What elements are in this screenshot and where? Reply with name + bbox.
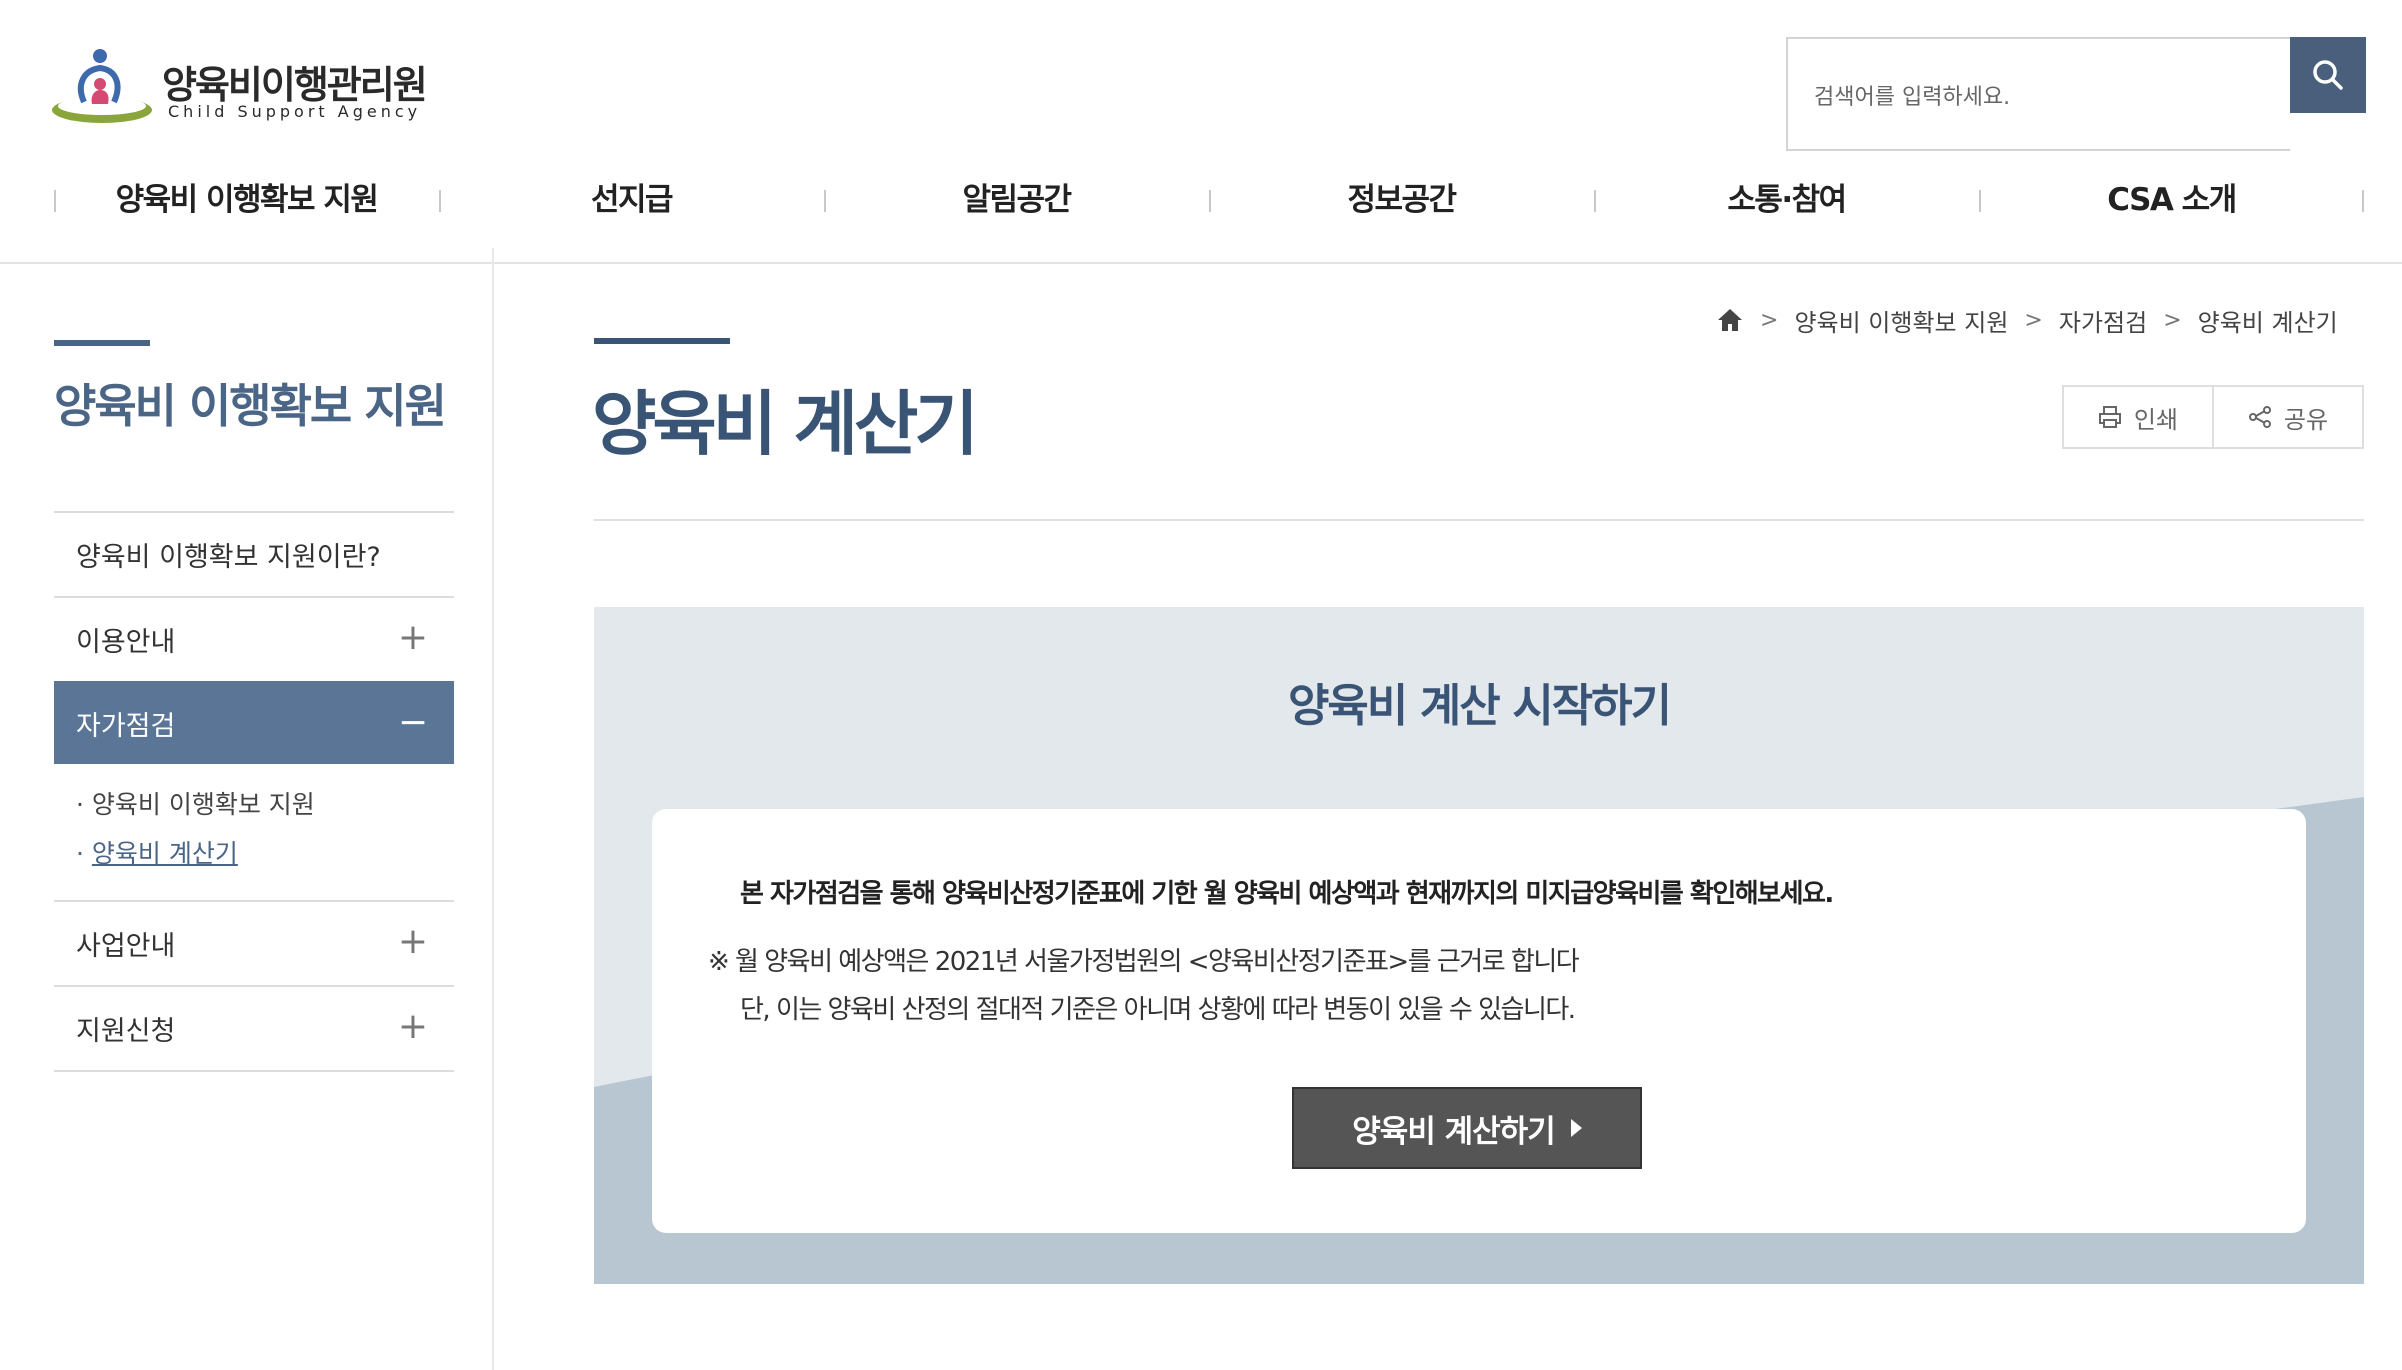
submenu-item-calculator[interactable]: · 양육비 계산기: [76, 829, 454, 878]
sidebar-menu-end: [54, 1070, 454, 1072]
calculator-title: 양육비 계산 시작하기: [1288, 679, 1672, 732]
sidebar-divider: [492, 248, 494, 1370]
calculate-button-label: 양육비 계산하기: [1352, 1113, 1555, 1150]
submenu-bullet: ·: [76, 790, 84, 819]
gnb-item-advance-payment[interactable]: 선지급: [439, 160, 824, 232]
print-button[interactable]: 인쇄: [2064, 387, 2212, 447]
submenu-bullet: ·: [76, 839, 84, 868]
sidebar-submenu: · 양육비 이행확보 지원 · 양육비 계산기: [54, 764, 454, 900]
share-button[interactable]: 공유: [2212, 387, 2362, 447]
logo-mark-icon: [52, 49, 152, 123]
logo-title: 양육비이행관리원: [162, 63, 428, 107]
chevron-right-icon: >: [2024, 307, 2043, 333]
share-icon: [2248, 406, 2271, 428]
gnb-separator: [2362, 190, 2364, 212]
sidebar-item-business-guide[interactable]: 사업안내 +: [54, 900, 454, 985]
main-navigation: 양육비 이행확보 지원 선지급 알림공간 정보공간 소통·참여 CSA 소개: [0, 160, 2402, 232]
chevron-right-icon: >: [2163, 307, 2182, 333]
sidebar-item-label: 양육비 이행확보 지원이란?: [76, 542, 381, 573]
breadcrumb: > 양육비 이행확보 지원 > 자가점검 > 양육비 계산기: [1716, 302, 2338, 338]
submenu-item-label: 양육비 이행확보 지원: [91, 790, 315, 819]
collapse-minus-icon: −: [397, 702, 428, 743]
site-logo[interactable]: 양육비이행관리원 Child Support Agency: [50, 44, 430, 134]
arrow-right-icon: [1570, 1119, 1582, 1137]
breadcrumb-item[interactable]: 양육비 이행확보 지원: [1794, 303, 2008, 338]
printer-icon: [2098, 406, 2121, 428]
page-title-accent: [594, 338, 730, 344]
sidebar-title: 양육비 이행확보 지원: [54, 379, 447, 433]
gnb-item-notices[interactable]: 알림공간: [824, 160, 1209, 232]
search-box: [1786, 37, 2290, 151]
sidebar-item-usage-guide[interactable]: 이용안내 +: [54, 596, 454, 681]
expand-plus-icon: +: [397, 921, 428, 962]
logo-subtitle: Child Support Agency: [168, 102, 422, 121]
share-label: 공유: [2283, 405, 2329, 434]
sidebar-menu: 양육비 이행확보 지원이란? 이용안내 + 자가점검 − · 양육비 이행확보 …: [54, 511, 454, 1072]
expand-plus-icon: +: [397, 1006, 428, 1047]
calculator-note-line1: ※ 월 양육비 예상액은 2021년 서울가정법원의 <양육비산정기준표>를 근…: [708, 947, 1580, 977]
search-icon: [2313, 60, 2343, 90]
utility-buttons: 인쇄 공유: [2062, 385, 2364, 449]
header-divider: [0, 262, 2402, 264]
page-title: 양육비 계산기: [592, 383, 979, 465]
breadcrumb-current: 양육비 계산기: [2197, 308, 2338, 337]
gnb-item-child-support[interactable]: 양육비 이행확보 지원: [54, 160, 439, 232]
search-input[interactable]: [1812, 79, 2262, 115]
submenu-item-label: 양육비 계산기: [91, 839, 238, 868]
calculator-panel: 양육비 계산 시작하기 본 자가점검을 통해 양육비산정기준표에 기한 월 양육…: [594, 607, 2364, 1284]
sidebar-item-label: 지원신청: [76, 1016, 176, 1047]
content-divider: [594, 519, 2364, 521]
gnb-item-about-csa[interactable]: CSA 소개: [1979, 160, 2364, 232]
sidebar-item-about-support[interactable]: 양육비 이행확보 지원이란?: [54, 511, 454, 596]
chevron-right-icon: >: [1760, 307, 1779, 333]
sidebar-title-accent: [54, 340, 150, 346]
calculate-button[interactable]: 양육비 계산하기: [1292, 1087, 1642, 1169]
breadcrumb-item[interactable]: 자가점검: [2059, 303, 2147, 338]
sidebar-item-self-check[interactable]: 자가점검 −: [54, 681, 454, 764]
calculator-note-line2: 단, 이는 양육비 산정의 절대적 기준은 아니며 상황에 따라 변동이 있을 …: [740, 995, 1576, 1025]
expand-plus-icon: +: [397, 617, 428, 658]
gnb-item-information[interactable]: 정보공간: [1209, 160, 1594, 232]
home-icon[interactable]: [1716, 307, 1744, 333]
gnb-item-participation[interactable]: 소통·참여: [1594, 160, 1979, 232]
sidebar-item-label: 자가점검: [76, 711, 176, 742]
submenu-item-child-support[interactable]: · 양육비 이행확보 지원: [76, 780, 454, 829]
search-bar: [1786, 37, 2366, 151]
search-button[interactable]: [2290, 37, 2366, 113]
calculator-card: 본 자가점검을 통해 양육비산정기준표에 기한 월 양육비 예상액과 현재까지의…: [652, 809, 2306, 1233]
print-label: 인쇄: [2133, 405, 2179, 434]
calculator-lead-text: 본 자가점검을 통해 양육비산정기준표에 기한 월 양육비 예상액과 현재까지의…: [740, 879, 1834, 909]
sidebar-item-label: 사업안내: [76, 931, 176, 962]
sidebar-item-application[interactable]: 지원신청 +: [54, 985, 454, 1070]
sidebar-item-label: 이용안내: [76, 627, 176, 658]
